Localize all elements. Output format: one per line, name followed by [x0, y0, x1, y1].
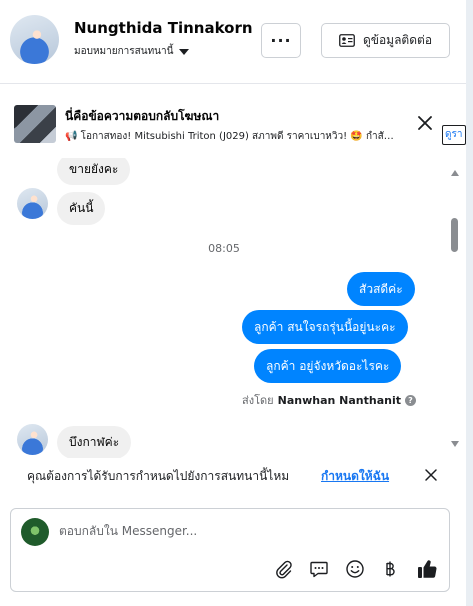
- help-icon[interactable]: ?: [405, 394, 416, 406]
- contact-name[interactable]: Nungthida Tinnakorn: [74, 19, 253, 37]
- reply-composer: [10, 508, 450, 592]
- chat-bubble-icon: [310, 561, 328, 578]
- incoming-message[interactable]: คันนี้: [57, 192, 106, 225]
- ad-reply-banner: นี่คือข้อความตอบกลับโฆษณา 📢 โอกาสทอง! Mi…: [0, 92, 466, 156]
- saved-replies-tool[interactable]: [308, 558, 330, 580]
- message-timestamp: 08:05: [208, 242, 240, 255]
- page-avatar: [21, 518, 49, 546]
- sent-by-prefix: ส่งโดย: [242, 394, 274, 407]
- conversation-header: Nungthida Tinnakorn มอบหมายการสนทนานี้ ·…: [0, 0, 466, 84]
- smiley-icon: [346, 560, 364, 578]
- contact-info-label: ดูข้อมูลติดต่อ: [362, 33, 433, 47]
- thumbs-up-icon: [418, 560, 437, 578]
- conversation-panel: Nungthida Tinnakorn มอบหมายการสนทนานี้ ·…: [0, 0, 466, 606]
- more-options-button[interactable]: ···: [261, 23, 301, 58]
- contact-avatar-small[interactable]: [17, 424, 48, 455]
- contact-card-icon: [339, 34, 355, 47]
- paperclip-icon: [276, 560, 292, 579]
- emoji-tool[interactable]: [344, 558, 366, 580]
- view-contact-info-button[interactable]: ดูข้อมูลติดต่อ: [321, 23, 450, 58]
- payment-tool[interactable]: [379, 558, 401, 580]
- window-gutter: [466, 0, 473, 606]
- outgoing-message[interactable]: สัวสดีค่ะ: [347, 272, 415, 306]
- assign-prompt-text: คุณต้องการได้รับการกำหนดไปยังการสนทนานี้…: [27, 469, 290, 483]
- outgoing-message[interactable]: ลูกค้า อยู่จังหวัดอะไรคะ: [254, 349, 402, 383]
- ad-banner-title: นี่คือข้อความตอบกลับโฆษณา: [65, 109, 220, 123]
- assign-to-me-link[interactable]: กำหนดให้ฉัน: [321, 467, 389, 486]
- assign-conversation-dropdown[interactable]: มอบหมายการสนทนานี้: [74, 44, 190, 59]
- ad-thumbnail[interactable]: [14, 105, 56, 143]
- scroll-up-arrow-icon[interactable]: [451, 170, 459, 176]
- incoming-message[interactable]: ขายยังคะ: [57, 158, 131, 185]
- ad-banner-text: 📢 โอกาสทอง! Mitsubishi Triton (J029) สภา…: [65, 131, 394, 142]
- contact-avatar-small[interactable]: [17, 188, 48, 219]
- close-icon[interactable]: [416, 114, 434, 132]
- scroll-thumb[interactable]: [451, 218, 458, 252]
- attachment-tool[interactable]: [273, 558, 295, 580]
- message-thread: ขายยังคะ คันนี้ 08:05 สัวสดีค่ะ ลูกค้า ส…: [0, 158, 448, 458]
- incoming-message[interactable]: บึงกาฬค่ะ: [57, 426, 132, 458]
- assign-prompt-bar: คุณต้องการได้รับการกำหนดไปยังการสนทนานี้…: [10, 458, 450, 492]
- outgoing-message[interactable]: ลูกค้า สนใจรถรุ่นนี้อยู่นะคะ: [242, 310, 408, 344]
- contact-avatar[interactable]: [10, 15, 59, 64]
- like-tool[interactable]: [416, 558, 438, 580]
- sent-by-name: Nanwhan Nanthanit: [277, 393, 401, 407]
- scroll-down-arrow-icon[interactable]: [451, 441, 459, 447]
- reply-input[interactable]: [59, 524, 419, 538]
- assign-label: มอบหมายการสนทนานี้: [74, 46, 174, 57]
- baht-icon: [386, 561, 395, 577]
- caret-down-icon: [179, 48, 190, 55]
- ad-view-button[interactable]: ดูรา: [442, 125, 466, 145]
- sent-by-label: ส่งโดย Nanwhan Nanthanit ?: [242, 391, 416, 409]
- close-icon[interactable]: [423, 467, 439, 483]
- message-scrollbar[interactable]: [448, 160, 462, 456]
